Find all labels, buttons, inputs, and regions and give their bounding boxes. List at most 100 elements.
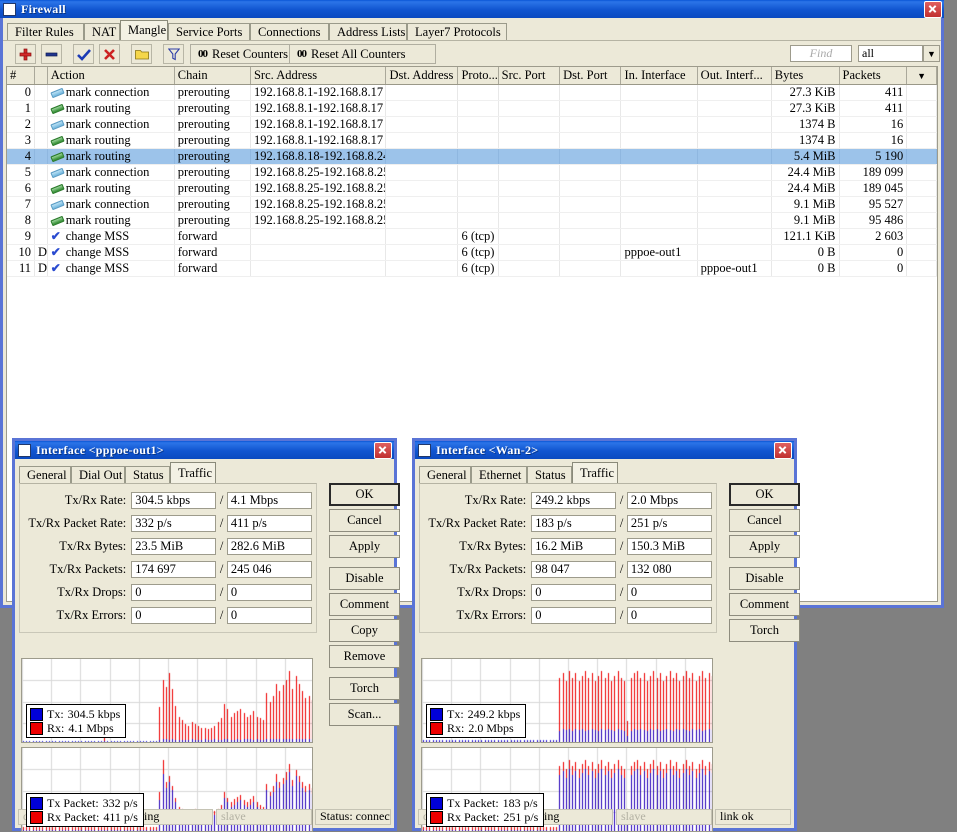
table-row[interactable]: 9 ✔ change MSS forward 6 (tcp) 121.1 KiB 2 603 <box>7 228 937 245</box>
col-src-port[interactable]: Src. Port <box>498 67 561 85</box>
chevron-down-icon[interactable]: ▼ <box>923 45 940 62</box>
table-row[interactable]: 10 D ✔ change MSS forward 6 (tcp) pppoe-out1 0 … <box>7 244 937 261</box>
tx-value-input[interactable]: 304.5 kbps <box>131 491 217 509</box>
col-dst-address[interactable]: Dst. Address <box>385 67 459 85</box>
comment-button[interactable]: Comment <box>729 593 800 616</box>
rx-value-input[interactable]: 2.0 Mbps <box>626 491 712 509</box>
filter-button[interactable] <box>163 44 184 64</box>
close-icon[interactable] <box>774 441 792 459</box>
col-index[interactable]: # <box>7 67 36 85</box>
col-chain[interactable]: Chain <box>174 67 251 85</box>
tab-dial-out[interactable]: Dial Out <box>71 466 125 483</box>
tx-value-input[interactable]: 174 697 <box>131 560 217 578</box>
tx-value-input[interactable]: 0 <box>131 583 217 601</box>
col-src-address[interactable]: Src. Address <box>250 67 387 85</box>
tab-nat[interactable]: NAT <box>84 23 120 40</box>
tab-mangle[interactable]: Mangle <box>120 20 168 40</box>
comment-button[interactable] <box>131 44 152 64</box>
filter-select[interactable]: all <box>858 45 923 62</box>
rx-value-input[interactable]: 4.1 Mbps <box>226 491 312 509</box>
remove-button[interactable]: Remove <box>329 645 400 668</box>
comment-button[interactable]: Comment <box>329 593 400 616</box>
rx-value-input[interactable]: 132 080 <box>626 560 712 578</box>
col-out-interface[interactable]: Out. Interf... <box>697 67 772 85</box>
tab-traffic[interactable]: Traffic <box>572 462 618 483</box>
rx-value-input[interactable]: 0 <box>226 606 312 624</box>
tab-traffic[interactable]: Traffic <box>170 462 216 483</box>
table-row[interactable]: 2 mark connection prerouting 192.168.8.1-19… <box>7 116 937 133</box>
close-icon[interactable] <box>924 0 942 18</box>
tab-layer7-protocols[interactable]: Layer7 Protocols <box>407 23 507 40</box>
copy-button[interactable]: Copy <box>329 619 400 642</box>
dialog2-titlebar[interactable]: Interface <Wan-2> <box>415 441 794 459</box>
col-bytes[interactable]: Bytes <box>771 67 840 85</box>
cancel-button[interactable]: Cancel <box>729 509 800 532</box>
table-row[interactable]: 11 D ✔ change MSS forward 6 (tcp) pppoe-out1 0 … <box>7 260 937 277</box>
tab-status[interactable]: Status <box>125 466 170 483</box>
tx-value-input[interactable]: 0 <box>531 583 617 601</box>
table-row[interactable]: 0 mark connection prerouting 192.168.8.1-19… <box>7 84 937 101</box>
col-packets[interactable]: Packets <box>839 67 908 85</box>
tab-service-ports[interactable]: Service Ports <box>168 23 250 40</box>
col-flags[interactable] <box>34 67 48 85</box>
table-row[interactable]: 6 mark routing prerouting 192.168.8.25-192.… <box>7 180 937 197</box>
col-protocol[interactable]: Proto... <box>457 67 499 85</box>
torch-button[interactable]: Torch <box>729 619 800 642</box>
dialog1-rate-graph[interactable]: Tx: 304.5 kbps Rx: 4.1 Mbps <box>21 658 313 743</box>
column-menu-icon[interactable]: ▼ <box>906 67 937 85</box>
enable-rule-button[interactable] <box>73 44 94 64</box>
tx-value-input[interactable]: 183 p/s <box>531 514 617 532</box>
tx-value-input[interactable]: 249.2 kbps <box>531 491 617 509</box>
tx-value-input[interactable]: 0 <box>131 606 217 624</box>
ok-button[interactable]: OK <box>329 483 400 506</box>
dialog2-rate-graph[interactable]: Tx: 249.2 kbps Rx: 2.0 Mbps <box>421 658 713 743</box>
ok-button[interactable]: OK <box>729 483 800 506</box>
rx-value-input[interactable]: 251 p/s <box>626 514 712 532</box>
col-dst-port[interactable]: Dst. Port <box>559 67 622 85</box>
reset-all-counters-button[interactable]: 00 Reset All Counters <box>289 44 436 64</box>
rx-value-input[interactable]: 0 <box>626 583 712 601</box>
apply-button[interactable]: Apply <box>329 535 400 558</box>
scan-button[interactable]: Scan... <box>329 703 400 726</box>
rx-value-input[interactable]: 150.3 MiB <box>626 537 712 555</box>
rx-value-input[interactable]: 282.6 MiB <box>226 537 312 555</box>
cell-index: 10 <box>7 244 36 261</box>
remove-rule-button[interactable] <box>41 44 62 64</box>
table-row[interactable]: 7 mark connection prerouting 192.168.8.25-1… <box>7 196 937 213</box>
rx-value-input[interactable]: 411 p/s <box>226 514 312 532</box>
tx-value-input[interactable]: 332 p/s <box>131 514 217 532</box>
col-action[interactable]: Action <box>47 67 175 85</box>
tab-general[interactable]: General <box>19 466 71 483</box>
table-row[interactable]: 1 mark routing prerouting 192.168.8.1-192.1… <box>7 100 937 117</box>
table-row[interactable]: 4 mark routing prerouting 192.168.8.18-192.… <box>7 148 937 165</box>
tab-ethernet[interactable]: Ethernet <box>471 466 527 483</box>
tx-value-input[interactable]: 0 <box>531 606 617 624</box>
dialog1-titlebar[interactable]: Interface <pppoe-out1> <box>15 441 394 459</box>
table-row[interactable]: 8 mark routing prerouting 192.168.8.25-192.… <box>7 212 937 229</box>
find-input[interactable]: Find <box>790 45 852 62</box>
rx-value-input[interactable]: 0 <box>226 583 312 601</box>
close-icon[interactable] <box>374 441 392 459</box>
tx-value-input[interactable]: 16.2 MiB <box>531 537 617 555</box>
disable-button[interactable]: Disable <box>329 567 400 590</box>
apply-button[interactable]: Apply <box>729 535 800 558</box>
tx-value-input[interactable]: 98 047 <box>531 560 617 578</box>
cancel-button[interactable]: Cancel <box>329 509 400 532</box>
rx-value-input[interactable]: 0 <box>626 606 712 624</box>
col-in-interface[interactable]: In. Interface <box>620 67 698 85</box>
add-rule-button[interactable] <box>15 44 36 64</box>
disable-rule-button[interactable] <box>99 44 120 64</box>
table-row[interactable]: 3 mark routing prerouting 192.168.8.1-192.1… <box>7 132 937 149</box>
torch-button[interactable]: Torch <box>329 677 400 700</box>
rx-value-input[interactable]: 245 046 <box>226 560 312 578</box>
tx-value-input[interactable]: 23.5 MiB <box>131 537 217 555</box>
tab-address-lists[interactable]: Address Lists <box>329 23 407 40</box>
disable-button[interactable]: Disable <box>729 567 800 590</box>
tab-general[interactable]: General <box>419 466 471 483</box>
tab-connections[interactable]: Connections <box>250 23 329 40</box>
tab-status[interactable]: Status <box>527 466 572 483</box>
table-row[interactable]: 5 mark connection prerouting 192.168.8.25-1… <box>7 164 937 181</box>
field-label: Tx/Rx Drops: <box>57 584 127 599</box>
tab-filter-rules[interactable]: Filter Rules <box>7 23 84 40</box>
firewall-titlebar[interactable]: Firewall <box>0 0 944 18</box>
